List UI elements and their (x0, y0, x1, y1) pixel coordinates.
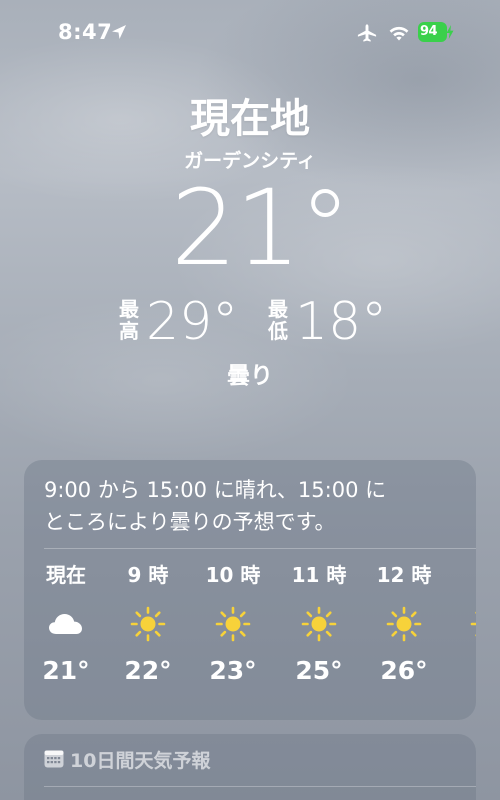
battery-level: 94 (418, 22, 447, 42)
ten-day-forecast-card[interactable]: 10日間天気予報 (24, 734, 476, 800)
sun-icon (386, 606, 422, 642)
hourly-item: 10 時 23° (193, 560, 273, 686)
sun-icon (301, 606, 337, 642)
charging-bolt-icon (446, 25, 454, 39)
wifi-icon (389, 26, 409, 41)
airplane-icon (357, 24, 377, 42)
high-low-temperatures: 最高 29° 最低 18° (0, 290, 500, 354)
calendar-icon (44, 750, 64, 768)
hour-temperature: 22° (124, 656, 172, 685)
status-bar: 8:47 94 (0, 0, 500, 66)
hourly-item-partial: 1 2 (448, 560, 476, 686)
status-time: 8:47 (58, 20, 113, 44)
hour-temperature: 25° (295, 656, 343, 685)
low-label-text: 最低 (268, 297, 288, 343)
location-title: 現在地 (190, 96, 310, 142)
hour-label: 1 (448, 560, 476, 590)
hour-label: 11 時 (291, 563, 347, 587)
hourly-item: 9 時 22° (108, 560, 188, 686)
hour-temperature: 26° (380, 656, 428, 685)
low-temperature: 18° (295, 292, 388, 352)
hour-temperature: 21° (42, 656, 90, 685)
forecast-summary: 9:00 から 15:00 に晴れ、15:00 に ところにより曇りの予想です。 (44, 474, 464, 538)
sun-icon (470, 611, 476, 637)
sun-icon (130, 606, 166, 642)
card-divider (44, 548, 476, 549)
forecast-summary-line-2: ところにより曇りの予想です。 (44, 510, 336, 534)
hour-label: 9 時 (127, 563, 169, 587)
hourly-forecast-card[interactable]: 9:00 から 15:00 に晴れ、15:00 に ところにより曇りの予想です。… (24, 460, 476, 720)
hour-label: 12 時 (376, 563, 432, 587)
high-temperature: 29° (146, 292, 239, 352)
hour-label: 10 時 (205, 563, 261, 587)
high-label-text: 最高 (119, 297, 139, 343)
battery-indicator: 94 (418, 22, 454, 42)
hourly-item: 12 時 26° (364, 560, 444, 686)
weather-condition: 曇り (227, 363, 273, 389)
sun-icon (215, 606, 251, 642)
current-temperature: 21° (170, 167, 351, 289)
location-arrow-icon (112, 25, 126, 39)
hourly-item-now: 現在 21° (26, 560, 106, 686)
hour-label: 現在 (46, 563, 86, 587)
cloud-icon (49, 614, 82, 634)
forecast-summary-line-1: 9:00 から 15:00 に晴れ、15:00 に (44, 478, 387, 502)
card-divider (44, 786, 476, 787)
high-label: 最高 (118, 298, 140, 342)
weather-screen: 8:47 94 現在地 ガーデンシティ 21° 最高 29° 最低 18° 曇り… (0, 0, 500, 800)
hour-temperature: 23° (209, 656, 257, 685)
hour-temperature: 2 (448, 656, 476, 686)
low-label: 最低 (267, 298, 289, 342)
ten-day-forecast-title: 10日間天気予報 (70, 750, 211, 772)
hourly-item: 11 時 25° (279, 560, 359, 686)
